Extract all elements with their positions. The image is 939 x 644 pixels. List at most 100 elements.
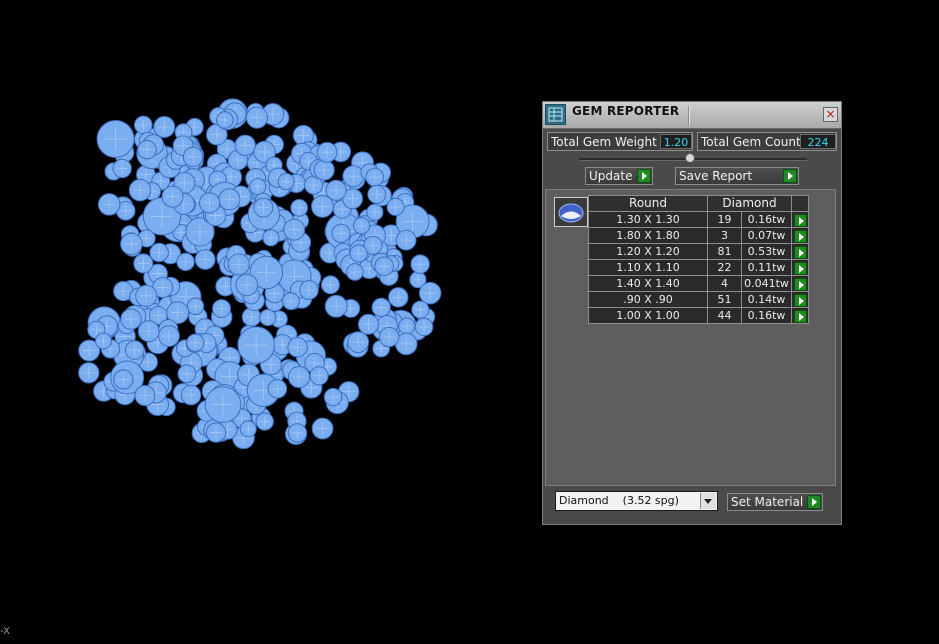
gem-stone <box>309 366 329 386</box>
update-button[interactable]: Update <box>585 167 653 185</box>
cell-count: 44 <box>707 307 742 324</box>
cell-weight: 0.16tw <box>741 211 792 228</box>
gem-stone <box>149 242 169 263</box>
select-row-play-icon[interactable] <box>793 293 807 307</box>
chevron-down-icon[interactable] <box>700 493 716 509</box>
gem-stone <box>218 188 241 211</box>
save-report-button[interactable]: Save Report <box>675 167 799 185</box>
gem-stone <box>253 197 274 218</box>
gem-stone <box>235 273 259 297</box>
gem-stone <box>182 146 204 168</box>
gem-stone <box>204 386 242 423</box>
gem-stone <box>259 308 277 327</box>
gem-stone <box>205 422 227 443</box>
cell-count: 22 <box>707 259 742 276</box>
gem-stone <box>345 263 364 281</box>
cell-action <box>791 275 809 292</box>
select-row-play-icon[interactable] <box>793 229 807 243</box>
gem-reporter-icon <box>545 104 566 125</box>
cell-size: 1.80 X 1.80 <box>588 227 708 244</box>
gem-stone <box>371 297 391 318</box>
table-row[interactable]: 1.10 X 1.10 22 0.11tw <box>588 259 809 276</box>
gem-stone <box>287 337 308 358</box>
gem-stone <box>324 294 348 318</box>
gem-stone <box>311 417 334 440</box>
column-header-material: Diamond <box>707 195 792 212</box>
gem-stone <box>395 229 417 251</box>
gem-stone <box>323 387 343 407</box>
gem-stone <box>357 313 379 335</box>
table-row[interactable]: 1.00 X 1.00 44 0.16tw <box>588 307 809 324</box>
save-report-button-label: Save Report <box>679 169 753 183</box>
cell-weight: 0.07tw <box>741 227 792 244</box>
cell-weight: 0.11tw <box>741 259 792 276</box>
total-gem-weight-label: Total Gem Weight <box>551 135 657 149</box>
cell-size: 1.20 X 1.20 <box>588 243 708 260</box>
gem-thumbnail[interactable] <box>554 197 588 227</box>
material-select[interactable]: Diamond (3.52 spg) <box>555 491 718 511</box>
gem-stone <box>161 185 184 208</box>
cell-count: 51 <box>707 291 742 308</box>
gem-stone <box>199 192 221 214</box>
cell-action <box>791 259 809 276</box>
column-header-blank <box>791 195 809 212</box>
cell-count: 3 <box>707 227 742 244</box>
panel-titlebar[interactable]: GEM REPORTER × <box>543 102 841 129</box>
gem-stone <box>418 281 442 305</box>
table-row[interactable]: 1.30 X 1.30 19 0.16tw <box>588 211 809 228</box>
play-arrow-icon <box>637 169 651 183</box>
gem-stone <box>249 177 267 196</box>
gem-stone <box>216 111 234 129</box>
table-row[interactable]: 1.40 X 1.40 4 0.041tw <box>588 275 809 292</box>
gem-stone <box>133 115 153 135</box>
total-gem-count-value: 224 <box>800 134 836 149</box>
gem-stone <box>331 223 351 243</box>
select-row-play-icon[interactable] <box>793 277 807 291</box>
material-select-value: Diamond (3.52 spg) <box>559 494 679 507</box>
select-row-play-icon[interactable] <box>793 309 807 323</box>
play-arrow-icon <box>807 495 821 509</box>
splitter-handle[interactable] <box>685 153 695 163</box>
select-row-play-icon[interactable] <box>793 245 807 259</box>
close-button[interactable]: × <box>823 107 838 122</box>
gem-stone <box>352 217 371 235</box>
gem-stone <box>234 134 256 156</box>
select-row-play-icon[interactable] <box>793 261 807 275</box>
set-material-button-label: Set Material <box>731 495 804 509</box>
gem-stone <box>158 325 180 347</box>
gem-stone <box>262 229 280 247</box>
select-row-play-icon[interactable] <box>793 213 807 227</box>
gem-stone <box>153 116 176 138</box>
gem-stone <box>128 178 152 202</box>
gem-stone <box>186 297 205 316</box>
gem-stone <box>120 232 143 256</box>
gem-reporter-panel: GEM REPORTER × Total Gem Weight 1.20 Tot… <box>542 101 842 525</box>
gem-stone <box>311 194 334 218</box>
gem-stone <box>180 384 202 406</box>
total-gem-weight: Total Gem Weight 1.20 <box>547 132 693 151</box>
gem-stone <box>342 165 365 188</box>
total-gem-count-label: Total Gem Count <box>701 135 801 149</box>
gem-stone <box>176 252 195 272</box>
gem-stone <box>367 184 387 204</box>
gem-stone <box>113 369 134 390</box>
gem-stone <box>245 106 269 129</box>
cell-size: 1.40 X 1.40 <box>588 275 708 292</box>
close-icon: × <box>825 107 836 121</box>
gem-stone <box>137 320 160 343</box>
title-divider <box>688 106 690 125</box>
gem-stone <box>94 332 112 350</box>
gem-stone <box>410 254 430 274</box>
table-row[interactable]: 1.80 X 1.80 3 0.07tw <box>588 227 809 244</box>
gem-stone <box>97 193 121 216</box>
cell-weight: 0.14tw <box>741 291 792 308</box>
gem-stone <box>398 317 416 335</box>
gem-stone <box>227 253 250 276</box>
panel-title: GEM REPORTER <box>572 104 680 118</box>
play-arrow-icon <box>783 169 797 183</box>
gem-stone <box>313 159 335 181</box>
table-row[interactable]: 1.20 X 1.20 81 0.53tw <box>588 243 809 260</box>
table-row[interactable]: .90 X .90 51 0.14tw <box>588 291 809 308</box>
set-material-button[interactable]: Set Material <box>727 493 823 511</box>
cell-count: 4 <box>707 275 742 292</box>
